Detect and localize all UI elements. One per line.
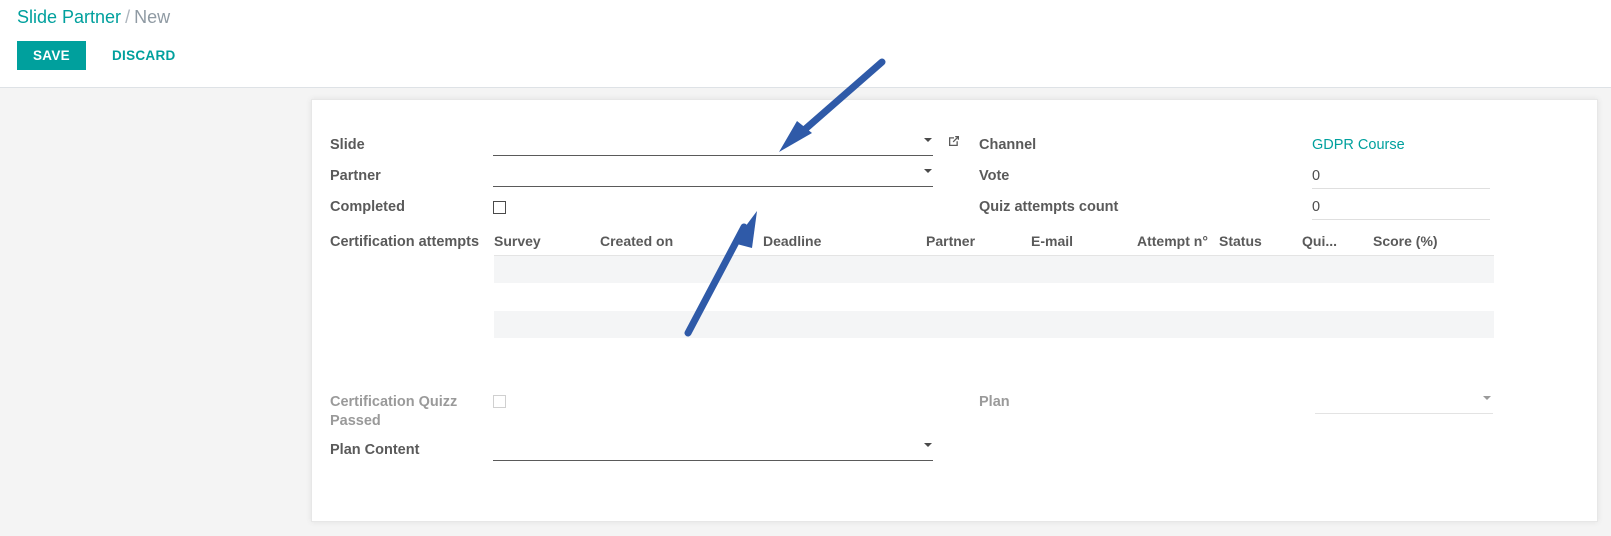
column-header-quiz[interactable]: Qui... xyxy=(1302,232,1373,250)
field-label-plan-content: Plan Content xyxy=(330,442,420,458)
field-value-quiz-attempts-count[interactable]: 0 xyxy=(1312,198,1320,217)
field-value-vote[interactable]: 0 xyxy=(1312,167,1320,186)
chevron-down-icon[interactable] xyxy=(924,138,932,142)
field-checkbox-completed[interactable] xyxy=(493,201,506,214)
external-link-icon[interactable] xyxy=(946,133,962,149)
breadcrumb-current: New xyxy=(134,7,171,27)
certification-attempts-table: Survey Created on Deadline Partner E-mai… xyxy=(494,232,1494,338)
field-underline-quiz-attempts-count xyxy=(1312,219,1490,220)
field-checkbox-certification-quizz-passed xyxy=(493,395,506,408)
chevron-down-icon[interactable] xyxy=(924,443,932,447)
field-label-vote: Vote xyxy=(979,168,1010,184)
field-label-plan: Plan xyxy=(979,394,1010,410)
breadcrumb-parent-link[interactable]: Slide Partner xyxy=(17,7,121,27)
field-underline-vote xyxy=(1312,188,1490,189)
table-row-spacer xyxy=(494,283,1494,311)
column-header-created-on[interactable]: Created on xyxy=(600,232,763,250)
field-label-quiz-attempts-count: Quiz attempts count xyxy=(979,199,1119,215)
control-panel: Slide Partner / New SAVE DISCARD xyxy=(0,0,1611,88)
table-row[interactable] xyxy=(494,256,1494,283)
field-label-slide: Slide xyxy=(330,137,365,153)
column-header-survey[interactable]: Survey xyxy=(494,232,600,250)
field-label-certification-quizz-passed: Certification Quizz Passed xyxy=(330,394,458,429)
breadcrumb: Slide Partner / New xyxy=(17,5,170,29)
field-label-certification-attempts: Certification attempts xyxy=(330,234,480,250)
discard-button[interactable]: DISCARD xyxy=(98,41,190,70)
table-header-row: Survey Created on Deadline Partner E-mai… xyxy=(494,232,1494,256)
save-button[interactable]: SAVE xyxy=(17,41,86,70)
form-view-body: Slide Partner Completed Channel GDPR Cou… xyxy=(0,88,1611,536)
column-header-deadline[interactable]: Deadline xyxy=(763,232,926,250)
field-label-channel: Channel xyxy=(979,137,1037,153)
column-header-email[interactable]: E-mail xyxy=(1031,232,1137,250)
field-label-completed: Completed xyxy=(330,199,405,215)
breadcrumb-separator: / xyxy=(125,7,131,27)
field-input-plan-content[interactable] xyxy=(493,460,933,461)
field-value-channel[interactable]: GDPR Course xyxy=(1312,136,1405,155)
form-sheet: Slide Partner Completed Channel GDPR Cou… xyxy=(311,99,1598,522)
field-input-plan[interactable] xyxy=(1315,413,1493,414)
field-input-partner[interactable] xyxy=(493,186,933,187)
column-header-status[interactable]: Status xyxy=(1219,232,1302,250)
table-row[interactable] xyxy=(494,311,1494,338)
chevron-down-icon[interactable] xyxy=(1483,396,1491,400)
form-action-buttons: SAVE DISCARD xyxy=(17,41,190,70)
column-header-attempt-number[interactable]: Attempt n° xyxy=(1137,232,1219,250)
column-header-partner[interactable]: Partner xyxy=(926,232,1031,250)
column-header-score[interactable]: Score (%) xyxy=(1373,232,1453,250)
chevron-down-icon[interactable] xyxy=(924,169,932,173)
field-input-slide[interactable] xyxy=(493,155,933,156)
field-label-partner: Partner xyxy=(330,168,381,184)
